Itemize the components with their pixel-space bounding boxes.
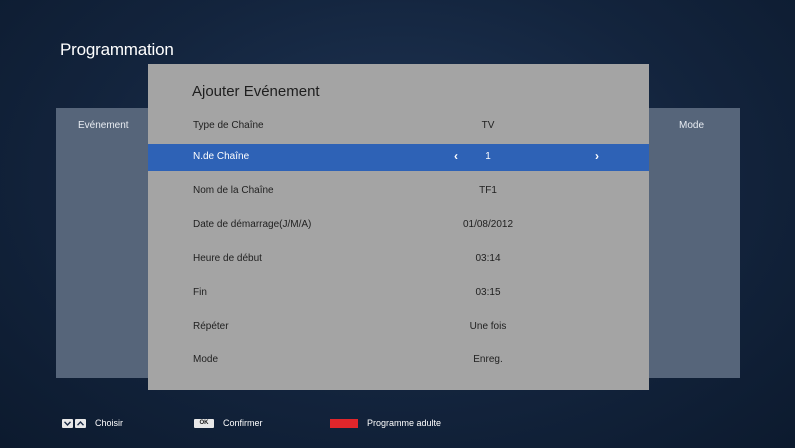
row-label: Type de Chaîne (193, 120, 264, 131)
add-event-dialog: Ajouter Evénement Type de Chaîne TV N.de… (148, 64, 649, 390)
page-title: Programmation (60, 40, 174, 59)
row-label: Répéter (193, 321, 229, 332)
legend-choose: Choisir (62, 418, 123, 428)
row-value: TV (481, 120, 495, 131)
row-repeat[interactable]: Répéter Une fois (148, 314, 649, 341)
chevron-left-icon[interactable]: ‹ (454, 149, 458, 163)
key-legend-bar: Choisir OK Confirmer Programme adulte (0, 404, 795, 442)
up-down-keys-icon (62, 418, 86, 428)
row-value: 03:15 (475, 287, 501, 298)
row-value: 1 (485, 151, 491, 162)
row-start-time[interactable]: Heure de début 03:14 (148, 246, 649, 273)
legend-confirm-label: Confirmer (223, 418, 263, 428)
row-value: TF1 (479, 185, 497, 196)
chevron-up-icon (75, 418, 86, 428)
row-label: Heure de début (193, 253, 262, 264)
row-channel-type[interactable]: Type de Chaîne TV (148, 113, 649, 140)
legend-adult-label: Programme adulte (367, 418, 442, 428)
row-channel-number[interactable]: N.de Chaîne ‹ 1 › (148, 144, 649, 171)
red-key-icon (330, 418, 358, 428)
row-channel-name[interactable]: Nom de la Chaîne TF1 (148, 178, 649, 205)
column-header-event: Evénement (78, 120, 129, 131)
chevron-right-icon[interactable]: › (595, 149, 599, 163)
legend-confirm: OK Confirmer (194, 418, 263, 428)
row-label: Nom de la Chaîne (193, 185, 274, 196)
row-start-date[interactable]: Date de démarrage(J/M/A) 01/08/2012 (148, 212, 649, 239)
row-value: 03:14 (475, 253, 501, 264)
chevron-down-icon (62, 418, 73, 428)
row-value: Enreg. (473, 354, 503, 365)
row-mode[interactable]: Mode Enreg. (148, 347, 649, 374)
legend-choose-label: Choisir (95, 418, 124, 428)
column-header-mode: Mode (679, 120, 705, 131)
legend-adult: Programme adulte (330, 418, 441, 428)
row-label: N.de Chaîne (193, 151, 250, 162)
row-label: Date de démarrage(J/M/A) (193, 219, 312, 230)
row-value: Une fois (469, 321, 507, 332)
ok-key-icon: OK (194, 418, 214, 428)
row-end-time[interactable]: Fin 03:15 (148, 280, 649, 307)
row-label: Mode (193, 354, 219, 365)
dialog-title: Ajouter Evénement (192, 83, 320, 100)
row-label: Fin (193, 287, 207, 298)
row-value: 01/08/2012 (462, 219, 514, 230)
tv-screen: Programmation Evénement Mode Ajouter Evé… (0, 0, 795, 448)
